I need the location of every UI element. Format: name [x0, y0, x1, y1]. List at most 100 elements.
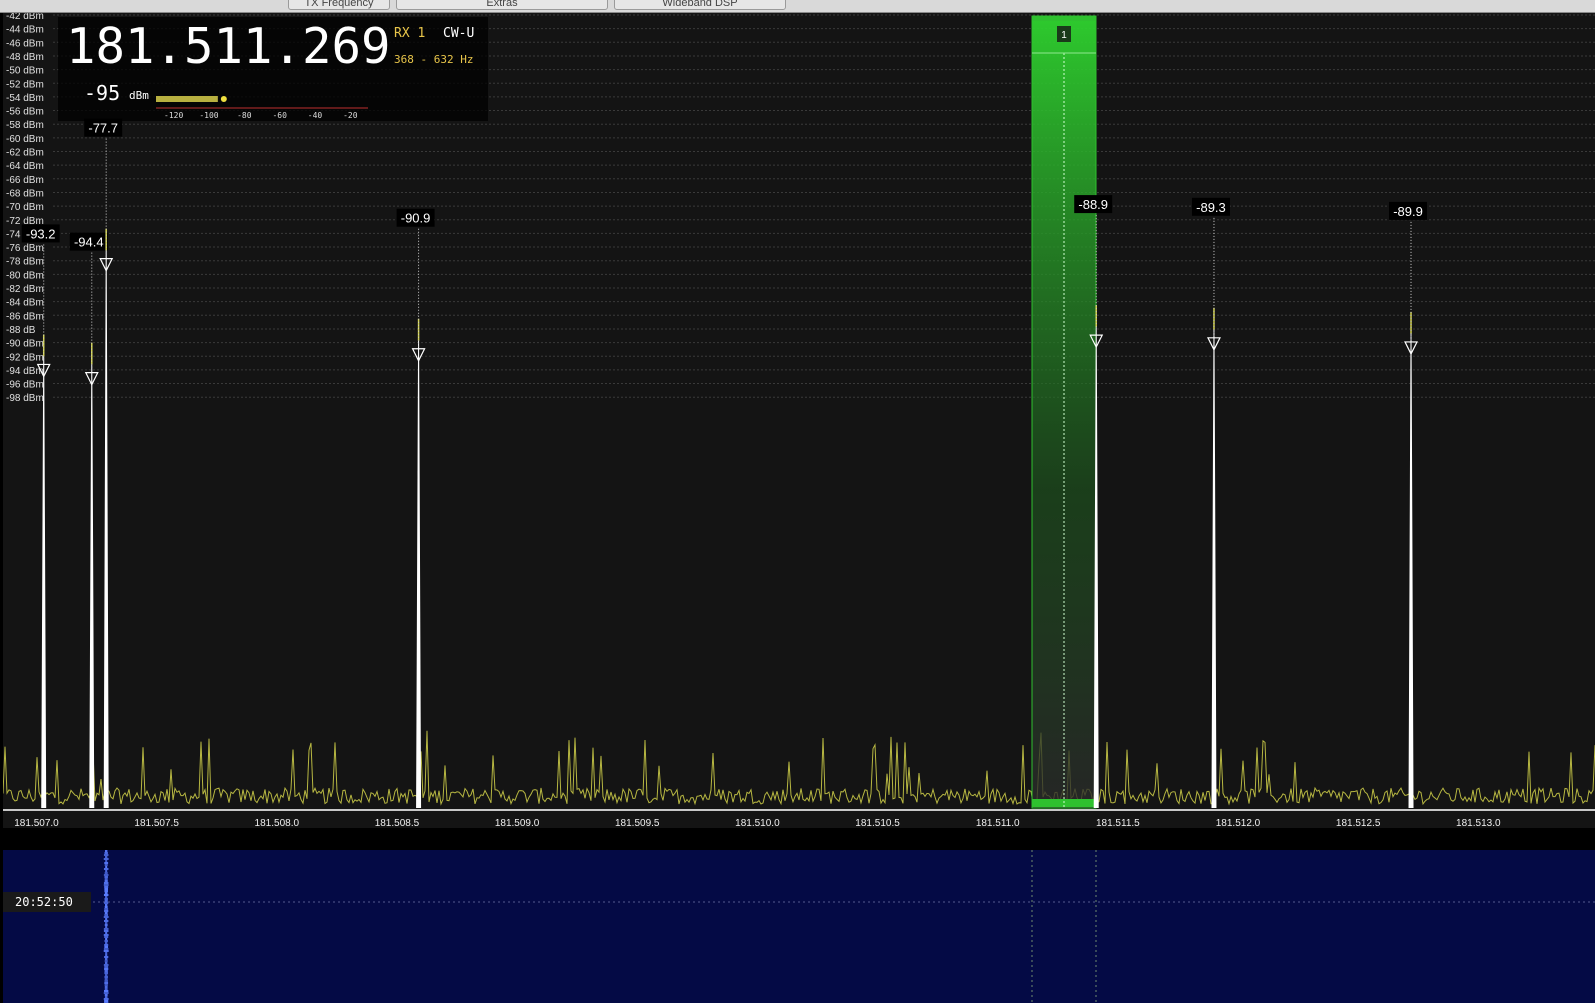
waterfall-signal [103, 854, 109, 856]
waterfall-signal [104, 886, 109, 888]
waterfall-signal [104, 902, 109, 904]
dbm-axis-label: -78 dBm [6, 257, 44, 268]
waterfall-signal [103, 928, 109, 930]
frequency-axis-label: 181.512.5 [1336, 818, 1381, 828]
passband-top-edge [1032, 16, 1096, 21]
dbm-axis-label: -46 dBm [6, 38, 44, 49]
waterfall-signal [104, 900, 108, 902]
dbm-axis-label: -90 dBm [6, 339, 44, 350]
dbm-axis-label: -60 dBm [6, 134, 44, 145]
frequency-axis-label: 181.510.0 [735, 818, 780, 828]
frequency-axis-label: 181.512.0 [1216, 818, 1261, 828]
waterfall-signal [104, 898, 108, 900]
waterfall-signal [104, 974, 108, 976]
waterfall-signal [104, 876, 108, 878]
frequency-axis-label: 181.510.5 [855, 818, 900, 828]
waterfall-signal [103, 948, 109, 950]
dbm-axis-label: -94 dBm [6, 366, 44, 377]
frequency-axis-label: 181.511.0 [976, 818, 1020, 828]
waterfall-signal [104, 968, 109, 970]
frequency-axis-label: 181.509.0 [495, 818, 540, 828]
frequency-axis-label: 181.513.0 [1456, 818, 1501, 828]
s-meter-tick-label: -120 [164, 111, 183, 119]
waterfall-display[interactable]: 20:52:50 [3, 850, 1595, 1003]
spectrum-plot[interactable]: -42 dBm -44 dBm -46 dBm -48 dBm -50 dBm -52 d… [3, 13, 1595, 828]
waterfall-signal [105, 866, 108, 868]
waterfall-signal [104, 922, 108, 924]
tab-extras[interactable]: Extras [396, 0, 608, 10]
s-meter-indicator [220, 96, 227, 102]
s-meter-tick-label: -20 [343, 111, 358, 119]
s-meter-tick-label: -100 [199, 111, 218, 119]
peak-spike [1408, 333, 1414, 809]
dbm-axis-label: -56 dBm [6, 107, 44, 118]
waterfall-signal [104, 906, 108, 908]
waterfall-signal [104, 976, 108, 978]
waterfall-signal [104, 944, 109, 946]
waterfall-signal [104, 972, 109, 974]
dbm-axis-label: -52 dBm [6, 79, 44, 90]
waterfall-plot[interactable] [3, 850, 1595, 1003]
frequency-axis-label: 181.508.5 [375, 818, 420, 828]
waterfall-signal [104, 880, 108, 882]
dbm-axis-label: -88 dB [6, 325, 36, 336]
dbm-axis-label: -62 dBm [6, 148, 44, 159]
waterfall-signal [104, 888, 109, 890]
dbm-axis-label: -98 dBm [6, 393, 44, 404]
s-meter-tick-label: -40 [308, 111, 323, 119]
waterfall-signal [105, 918, 108, 920]
frequency-axis-label: 181.509.5 [615, 818, 660, 828]
dbm-axis-label: -86 dBm [6, 311, 44, 322]
waterfall-signal [103, 874, 109, 876]
vfo-panel: 181.511.269 RX 1 CW-U 368 - 632 Hz -95 d… [58, 17, 488, 121]
peak-spike [89, 364, 95, 809]
s-meter-tick-label: -60 [272, 111, 287, 119]
s-meter-tick-label: -80 [237, 111, 252, 119]
waterfall-signal [105, 938, 108, 940]
passband-marker-label: 1 [1061, 30, 1067, 41]
receiver-label: RX 1 [394, 26, 426, 41]
waterfall-signal [105, 870, 108, 872]
waterfall-signal [104, 908, 109, 910]
dbm-axis-label: -42 dBm [6, 13, 44, 22]
waterfall-signal [104, 936, 109, 938]
waterfall-signal [104, 996, 108, 998]
dbm-axis-label: -44 dBm [6, 25, 44, 36]
dbm-axis-label: -92 dBm [6, 352, 44, 363]
peak-marker: -89.9 [1389, 201, 1428, 809]
tab-strip: TX Frequency Extras Wideband DSP [0, 0, 1595, 13]
frequency-axis-label: 181.507.0 [14, 818, 59, 828]
waterfall-signal [105, 926, 108, 928]
s-meter: -120 -100 -80 -60 -40 -20 [156, 96, 368, 119]
waterfall-signal [104, 864, 108, 866]
waterfall-signal [103, 882, 109, 884]
dbm-axis-label: -96 dBm [6, 380, 44, 391]
waterfall-signal [104, 872, 108, 874]
dbm-axis-label: -54 dBm [6, 93, 44, 104]
mode-label[interactable]: CW-U [443, 26, 474, 41]
spectrum-display[interactable]: -42 dBm -44 dBm -46 dBm -48 dBm -50 dBm -52 d… [3, 13, 1595, 828]
dbm-axis-label: -66 dBm [6, 175, 44, 186]
waterfall-signal [104, 924, 108, 926]
waterfall-signal [105, 860, 108, 862]
peak-spike [103, 250, 109, 809]
waterfall-signal [103, 858, 109, 860]
tab-tx-frequency[interactable]: TX Frequency [288, 0, 390, 10]
waterfall-signal [103, 894, 109, 896]
dbm-axis-label: -64 dBm [6, 161, 44, 172]
waterfall-signal [104, 890, 108, 892]
peak-label: -94.4 [74, 235, 104, 250]
waterfall-signal [105, 954, 108, 956]
waterfall-signal [105, 904, 108, 906]
waterfall-signal [105, 952, 108, 954]
peak-spike [1211, 329, 1217, 809]
noise-trace [3, 730, 1595, 806]
waterfall-signal [104, 910, 109, 912]
waterfall-signal [104, 920, 109, 922]
waterfall-signal [104, 878, 108, 880]
waterfall-signal [104, 982, 109, 984]
tab-wideband-dsp[interactable]: Wideband DSP [614, 0, 786, 10]
dbm-axis-label: -80 dBm [6, 270, 44, 281]
waterfall-signal [103, 998, 109, 1000]
vfo-frequency[interactable]: 181.511.269 [66, 17, 391, 77]
